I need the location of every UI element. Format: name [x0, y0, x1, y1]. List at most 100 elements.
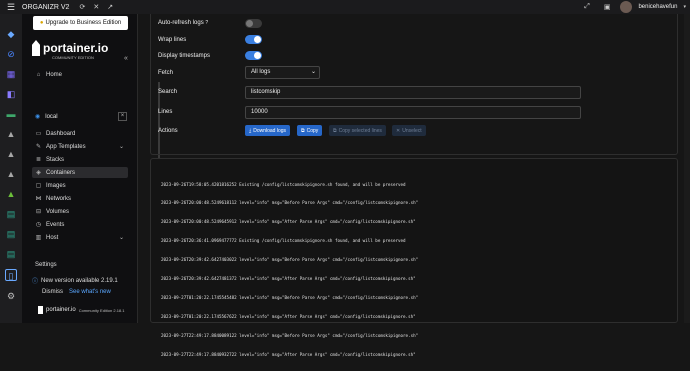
clock-icon: ◷ — [35, 222, 42, 228]
log-line[interactable]: 2023-09-26T20:39:42.6427481372 level="in… — [161, 276, 418, 282]
user-avatar[interactable] — [620, 1, 633, 13]
sidebar-item-networks[interactable]: ⋈ Networks — [32, 193, 128, 204]
log-line[interactable]: 2023-09-27T22:49:17.8840089122 level="in… — [161, 333, 418, 339]
footer-brand: portainer.io Community Edition 2.18.1 — [38, 306, 125, 314]
sidebar-item-images[interactable]: ▢ Images — [32, 180, 128, 191]
sidebar-item-label: Volumes — [46, 208, 70, 215]
sidebar-item-host[interactable]: ▥ Host ⌄ — [32, 232, 128, 243]
whats-new-link[interactable]: See what's new — [69, 289, 111, 295]
close-icon: ✕ — [396, 127, 401, 134]
library-app-icon[interactable]: ◧ — [5, 88, 17, 100]
sidebar-item-label: Dashboard — [46, 130, 76, 137]
android-green-app-icon[interactable]: ▲ — [5, 188, 17, 200]
sidebar-item-dashboard[interactable]: ▭ Dashboard — [32, 128, 128, 139]
sidebar-item-label: Networks — [46, 195, 72, 202]
copy-selected-lines-button[interactable]: ⧉ Copy selected lines — [329, 125, 386, 136]
chat-icon[interactable]: ▣ — [604, 3, 611, 11]
lines-input[interactable]: 10000 — [245, 106, 581, 119]
fullscreen-icon[interactable]: ⤢ — [584, 3, 590, 11]
hamburger-menu-icon[interactable]: ☰ — [0, 2, 22, 13]
actions-label: Actions — [158, 128, 178, 134]
host-icon: ▥ — [35, 235, 42, 241]
media-app-icon[interactable]: ▦ — [5, 68, 17, 80]
gear-icon[interactable]: ⚙ — [5, 290, 17, 302]
networks-icon: ⋈ — [35, 196, 42, 202]
sidebar-item-events[interactable]: ◷ Events — [32, 219, 128, 230]
edit-icon: ✎ — [35, 144, 42, 150]
sidebar-item-settings[interactable]: Settings — [32, 259, 128, 270]
top-bar: ☰ ORGANIZR V2 ⟳ ✕ ↗ ⤢ ▣ benicehavefun ▾ — [0, 0, 690, 14]
search-input[interactable]: listcomskip — [245, 86, 581, 99]
page-scrollbar[interactable] — [684, 14, 690, 323]
log-line[interactable]: 2023-09-27T22:49:17.8840932722 level="in… — [161, 352, 418, 358]
log-line[interactable]: 2023-09-26T20:39:42.6427403022 level="in… — [161, 257, 418, 263]
android-app-icon[interactable]: ▲ — [5, 128, 17, 140]
sidebar-item-containers[interactable]: ◈ Containers — [32, 167, 128, 178]
app-rail: ◆ ⊘ ▦ ◧ ▬ ▲ ▲ ▲ ▲ ▤ ▤ ▤ ▯ ⚙ — [0, 14, 22, 323]
username-label[interactable]: benicehavefun — [638, 4, 677, 10]
log-options: Auto-refresh logs ? Wrap lines Display t… — [150, 14, 678, 155]
app-title: ORGANIZR V2 — [22, 3, 70, 11]
sidebar-item-volumes[interactable]: ⊟ Volumes — [32, 206, 128, 217]
collapse-sidebar-icon[interactable]: « — [124, 55, 128, 62]
logo-subtitle: COMMUNITY EDITION — [52, 55, 94, 60]
display-timestamps-toggle[interactable] — [245, 51, 262, 60]
dismiss-link[interactable]: Dismiss — [42, 289, 63, 295]
tile-app-icon-2[interactable]: ▤ — [5, 228, 17, 240]
unselect-button[interactable]: ✕ Unselect — [392, 125, 426, 136]
android-app-icon-3[interactable]: ▲ — [5, 168, 17, 180]
volumes-icon: ⊟ — [35, 209, 42, 215]
info-icon: ⓘ — [32, 279, 39, 285]
lines-label: Lines — [158, 109, 173, 115]
portainer-app-icon[interactable]: ◆ — [5, 28, 17, 40]
help-icon: ? — [205, 20, 209, 26]
dashboard-icon: ▭ — [35, 131, 42, 137]
sidebar-item-home[interactable]: ⌂ Home — [32, 69, 128, 80]
images-icon: ▢ — [35, 183, 42, 189]
clear-environment-icon[interactable]: × — [118, 112, 127, 121]
open-external-icon[interactable]: ↗ — [107, 3, 113, 11]
fetch-value: All logs — [251, 69, 271, 75]
wrap-lines-toggle[interactable] — [245, 35, 262, 44]
sidebar-item-label: Settings — [35, 261, 57, 268]
chevron-down-icon: ⌄ — [118, 144, 124, 150]
sidebar-item-app-templates[interactable]: ✎ App Templates ⌄ — [32, 141, 128, 152]
download-logs-button[interactable]: ⤓ Download logs — [245, 125, 291, 136]
refresh-icon[interactable]: ⟳ — [79, 3, 85, 11]
log-line[interactable]: 2023-09-27T01:20:22.1745545482 level="in… — [161, 295, 418, 301]
portainer-logo[interactable]: portainer.io COMMUNITY EDITION — [32, 40, 108, 60]
environment-header: ◉ local × — [32, 110, 128, 123]
active-app-icon[interactable]: ▯ — [5, 269, 17, 281]
cast-app-icon[interactable]: ▬ — [5, 108, 17, 120]
log-line[interactable]: 2023-09-26T19:58:05.4201816252 Existing … — [161, 182, 418, 188]
android-app-icon-2[interactable]: ▲ — [5, 148, 17, 160]
portainer-logo-icon — [32, 40, 40, 56]
close-icon[interactable]: ✕ — [93, 3, 99, 11]
sidebar-item-stacks[interactable]: ≣ Stacks — [32, 154, 128, 165]
compass-app-icon[interactable]: ⊘ — [5, 48, 17, 60]
sidebar-item-label: Containers — [46, 169, 76, 176]
log-line[interactable]: 2023-09-26T20:00:48.5249645912 level="in… — [161, 219, 418, 225]
home-icon: ⌂ — [36, 71, 41, 78]
chevron-down-icon: ⌄ — [118, 235, 124, 241]
tile-app-icon[interactable]: ▤ — [5, 208, 17, 220]
search-label: Search — [158, 89, 178, 95]
auto-refresh-toggle[interactable] — [245, 19, 262, 28]
upgrade-icon: ● — [39, 20, 44, 26]
upgrade-button[interactable]: ● Upgrade to Business Edition — [33, 16, 128, 30]
sidebar-item-label: Images — [46, 182, 66, 189]
copy-button[interactable]: ⧉ Copy — [297, 125, 323, 136]
environment-name: local — [45, 113, 58, 120]
fetch-select[interactable]: All logs ⌄ — [245, 66, 320, 79]
sidebar-item-label: Home — [46, 71, 63, 78]
sidebar-item-label: Events — [46, 221, 65, 228]
log-viewer[interactable]: 2023-09-26T19:58:05.4201816252 Existing … — [150, 158, 678, 357]
portainer-logo-icon — [38, 306, 43, 314]
log-line[interactable]: 2023-09-26T20:00:48.5249618112 level="in… — [161, 200, 418, 206]
sidebar-item-label: Stacks — [46, 156, 65, 163]
copy-icon: ⧉ — [333, 127, 337, 134]
log-line[interactable]: 2023-09-27T01:20:22.1745567622 level="in… — [161, 314, 418, 320]
chevron-down-icon[interactable]: ▾ — [683, 4, 686, 10]
tile-app-icon-3[interactable]: ▤ — [5, 248, 17, 260]
log-line[interactable]: 2023-09-26T20:36:41.0969477772 Existing … — [161, 238, 418, 244]
